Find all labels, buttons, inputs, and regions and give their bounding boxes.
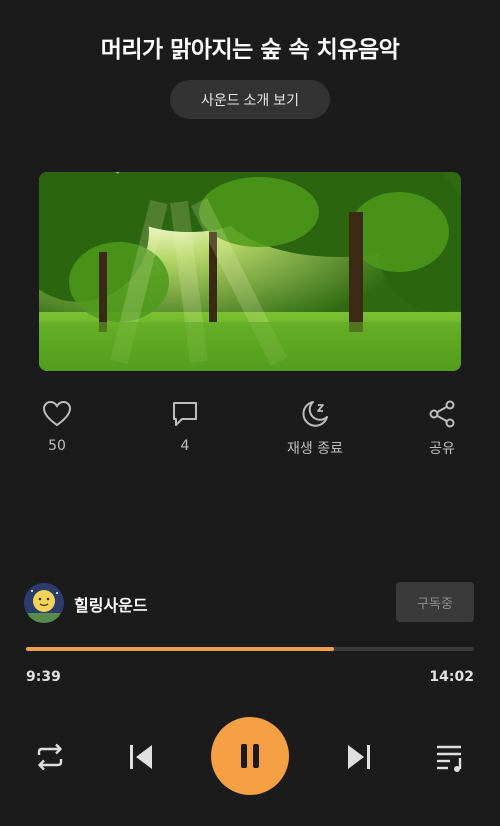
moon-sleep-icon [302, 401, 328, 427]
pause-icon [241, 744, 259, 768]
track-artwork [39, 172, 461, 371]
forest-artwork-image [39, 172, 461, 371]
share-label: 공유 [429, 441, 455, 457]
repeat-button[interactable] [32, 739, 68, 775]
progress-fill [26, 647, 334, 651]
sleep-timer-action[interactable]: 재생 종료 [270, 398, 360, 458]
skip-previous-button[interactable] [123, 739, 159, 775]
skip-previous-icon [130, 745, 152, 769]
comment-action[interactable]: 4 [140, 398, 230, 454]
repeat-icon [37, 743, 63, 771]
sound-intro-button[interactable]: 사운드 소개 보기 [170, 80, 330, 119]
channel-avatar[interactable] [24, 583, 64, 623]
avatar-illustration [24, 583, 64, 623]
like-count: 50 [48, 438, 66, 454]
track-title: 머리가 맑아지는 숲 속 치유음악 [100, 37, 400, 63]
track-actions: 50 4 재생 종료 공유 [0, 398, 500, 468]
like-action[interactable]: 50 [12, 398, 102, 454]
comment-icon [173, 402, 197, 426]
total-time: 14:02 [429, 669, 474, 685]
share-icon [429, 400, 455, 428]
channel-row: 힐링사운드 구독중 [24, 582, 476, 624]
pause-button[interactable] [211, 717, 289, 795]
playlist-button[interactable] [432, 739, 468, 775]
skip-next-icon [348, 745, 370, 769]
sleep-timer-label: 재생 종료 [287, 441, 343, 457]
comment-count: 4 [180, 438, 190, 454]
skip-next-button[interactable] [341, 739, 377, 775]
heart-icon [42, 400, 72, 427]
current-time: 9:39 [26, 669, 61, 685]
share-action[interactable]: 공유 [397, 398, 487, 458]
subscribe-button[interactable]: 구독중 [396, 582, 474, 622]
playlist-icon [437, 745, 462, 772]
playback-progress-bar[interactable] [26, 647, 474, 651]
channel-name[interactable]: 힐링사운드 [74, 592, 148, 616]
